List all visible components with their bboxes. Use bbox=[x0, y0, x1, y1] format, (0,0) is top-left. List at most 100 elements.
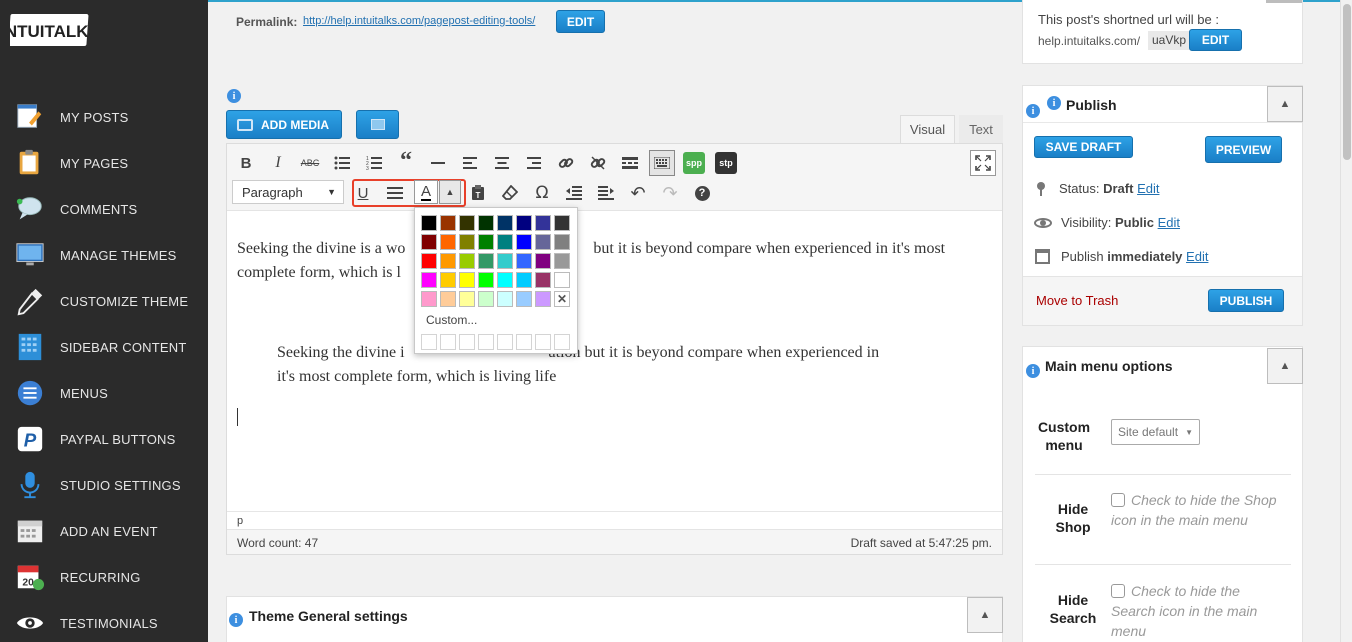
insert-link-icon[interactable] bbox=[555, 152, 577, 174]
sidebar-item-my-posts[interactable]: MY POSTS bbox=[0, 94, 208, 140]
paste-as-text-icon[interactable]: T bbox=[467, 182, 489, 204]
text-color-icon[interactable]: A bbox=[414, 180, 438, 204]
custom-color-slot[interactable] bbox=[440, 334, 456, 350]
align-center-icon[interactable] bbox=[491, 152, 513, 174]
color-swatch[interactable] bbox=[421, 253, 437, 269]
add-media-button[interactable]: ADD MEDIA bbox=[226, 110, 342, 139]
info-icon[interactable]: i bbox=[227, 89, 241, 103]
custom-color-slot[interactable] bbox=[554, 334, 570, 350]
tab-visual[interactable]: Visual bbox=[900, 115, 955, 143]
color-swatch[interactable] bbox=[421, 291, 437, 307]
collapse-publish-button[interactable]: ▲ bbox=[1267, 86, 1303, 122]
color-swatch[interactable] bbox=[497, 272, 513, 288]
sidebar-item-testimonials[interactable]: TESTIMONIALS bbox=[0, 600, 208, 642]
color-swatch[interactable] bbox=[440, 215, 456, 231]
color-swatch[interactable] bbox=[421, 215, 437, 231]
color-swatch[interactable] bbox=[478, 215, 494, 231]
content-paragraph-1[interactable]: Seeking the divine is a wo but it is beyo… bbox=[237, 237, 997, 285]
custom-color-slot[interactable] bbox=[497, 334, 513, 350]
color-swatch[interactable] bbox=[516, 215, 532, 231]
special-character-icon[interactable]: Ω bbox=[531, 182, 553, 204]
info-icon[interactable]: i bbox=[229, 613, 243, 627]
color-swatch[interactable] bbox=[554, 253, 570, 269]
bullet-list-icon[interactable] bbox=[331, 152, 353, 174]
preview-button[interactable]: PREVIEW bbox=[1205, 136, 1282, 163]
permalink-url[interactable]: http://help.intuitalks.com/pagepost-edit… bbox=[303, 15, 535, 27]
redo-icon[interactable]: ↷ bbox=[659, 182, 681, 204]
scrollbar-thumb[interactable] bbox=[1343, 4, 1351, 160]
color-swatch[interactable] bbox=[478, 272, 494, 288]
sidebar-item-studio-settings[interactable]: STUDIO SETTINGS bbox=[0, 462, 208, 508]
sidebar-item-comments[interactable]: COMMENTS bbox=[0, 186, 208, 232]
italic-icon[interactable]: I bbox=[267, 152, 289, 174]
align-right-icon[interactable] bbox=[523, 152, 545, 174]
custom-color-slot[interactable] bbox=[535, 334, 551, 350]
underline-icon[interactable]: U bbox=[352, 182, 374, 204]
color-swatch[interactable] bbox=[440, 272, 456, 288]
strikethrough-icon[interactable]: ABC bbox=[299, 152, 321, 174]
color-swatch[interactable] bbox=[497, 253, 513, 269]
info-icon[interactable]: i bbox=[1047, 96, 1061, 110]
color-swatch[interactable] bbox=[478, 253, 494, 269]
insert-image-button[interactable] bbox=[356, 110, 399, 139]
sidebar-item-my-pages[interactable]: MY PAGES bbox=[0, 140, 208, 186]
color-swatch[interactable] bbox=[535, 272, 551, 288]
align-left-icon[interactable] bbox=[459, 152, 481, 174]
stp-badge-icon[interactable]: stp bbox=[715, 152, 737, 174]
color-swatch[interactable] bbox=[535, 234, 551, 250]
numbered-list-icon[interactable]: 123 bbox=[363, 152, 385, 174]
justify-icon[interactable] bbox=[384, 182, 406, 204]
color-swatch[interactable] bbox=[440, 253, 456, 269]
color-swatch[interactable] bbox=[554, 272, 570, 288]
sidebar-item-add-an-event[interactable]: ADD AN EVENT bbox=[0, 508, 208, 554]
color-swatch[interactable] bbox=[440, 234, 456, 250]
indent-icon[interactable] bbox=[595, 182, 617, 204]
color-swatch[interactable] bbox=[421, 234, 437, 250]
collapse-theme-settings-button[interactable]: ▲ bbox=[967, 597, 1003, 633]
color-swatch[interactable] bbox=[554, 234, 570, 250]
shortlink-slug[interactable]: uaVkp bbox=[1148, 31, 1191, 50]
color-swatch[interactable] bbox=[497, 234, 513, 250]
blockquote-icon[interactable]: “ bbox=[395, 148, 417, 174]
save-draft-button[interactable]: SAVE DRAFT bbox=[1034, 136, 1133, 158]
color-swatch[interactable] bbox=[516, 272, 532, 288]
intuitalks-logo[interactable]: INTUITALKS bbox=[0, 8, 100, 54]
bold-icon[interactable]: B bbox=[235, 152, 257, 174]
clear-formatting-icon[interactable] bbox=[499, 182, 521, 204]
sidebar-item-paypal-buttons[interactable]: P PAYPAL BUTTONS bbox=[0, 416, 208, 462]
sidebar-item-sidebar-content[interactable]: SIDEBAR CONTENT bbox=[0, 324, 208, 370]
sidebar-item-customize-theme[interactable]: CUSTOMIZE THEME bbox=[0, 278, 208, 324]
toolbar-toggle-icon[interactable] bbox=[649, 150, 675, 176]
custom-menu-select[interactable]: Site default ▼ bbox=[1111, 419, 1200, 445]
horizontal-line-icon[interactable] bbox=[427, 152, 449, 174]
no-color-icon[interactable]: ✕ bbox=[554, 291, 570, 307]
color-swatch[interactable] bbox=[516, 234, 532, 250]
undo-icon[interactable]: ↶ bbox=[627, 182, 649, 204]
fullscreen-icon[interactable] bbox=[970, 150, 996, 176]
edit-status-link[interactable]: Edit bbox=[1137, 181, 1159, 196]
custom-color-slot[interactable] bbox=[478, 334, 494, 350]
color-swatch[interactable] bbox=[516, 291, 532, 307]
read-more-icon[interactable] bbox=[619, 152, 641, 174]
format-select[interactable]: Paragraph ▼ bbox=[232, 180, 344, 204]
color-swatch[interactable] bbox=[554, 215, 570, 231]
color-swatch[interactable] bbox=[478, 291, 494, 307]
custom-color-slot[interactable] bbox=[421, 334, 437, 350]
color-swatch[interactable] bbox=[497, 215, 513, 231]
color-swatch[interactable] bbox=[535, 215, 551, 231]
publish-button[interactable]: PUBLISH bbox=[1208, 289, 1284, 312]
spp-badge-icon[interactable]: spp bbox=[683, 152, 705, 174]
color-swatch[interactable] bbox=[459, 253, 475, 269]
permalink-edit-button[interactable]: EDIT bbox=[556, 10, 605, 33]
custom-color-slot[interactable] bbox=[516, 334, 532, 350]
outdent-icon[interactable] bbox=[563, 182, 585, 204]
info-icon[interactable]: i bbox=[1026, 364, 1040, 378]
info-icon[interactable]: i bbox=[1026, 104, 1040, 118]
color-swatch[interactable] bbox=[459, 291, 475, 307]
custom-color-link[interactable]: Custom... bbox=[426, 313, 477, 327]
color-swatch[interactable] bbox=[478, 234, 494, 250]
collapse-main-menu-button[interactable]: ▲ bbox=[1267, 348, 1303, 384]
help-icon[interactable]: ? bbox=[691, 182, 713, 204]
color-swatch[interactable] bbox=[535, 253, 551, 269]
color-swatch[interactable] bbox=[516, 253, 532, 269]
